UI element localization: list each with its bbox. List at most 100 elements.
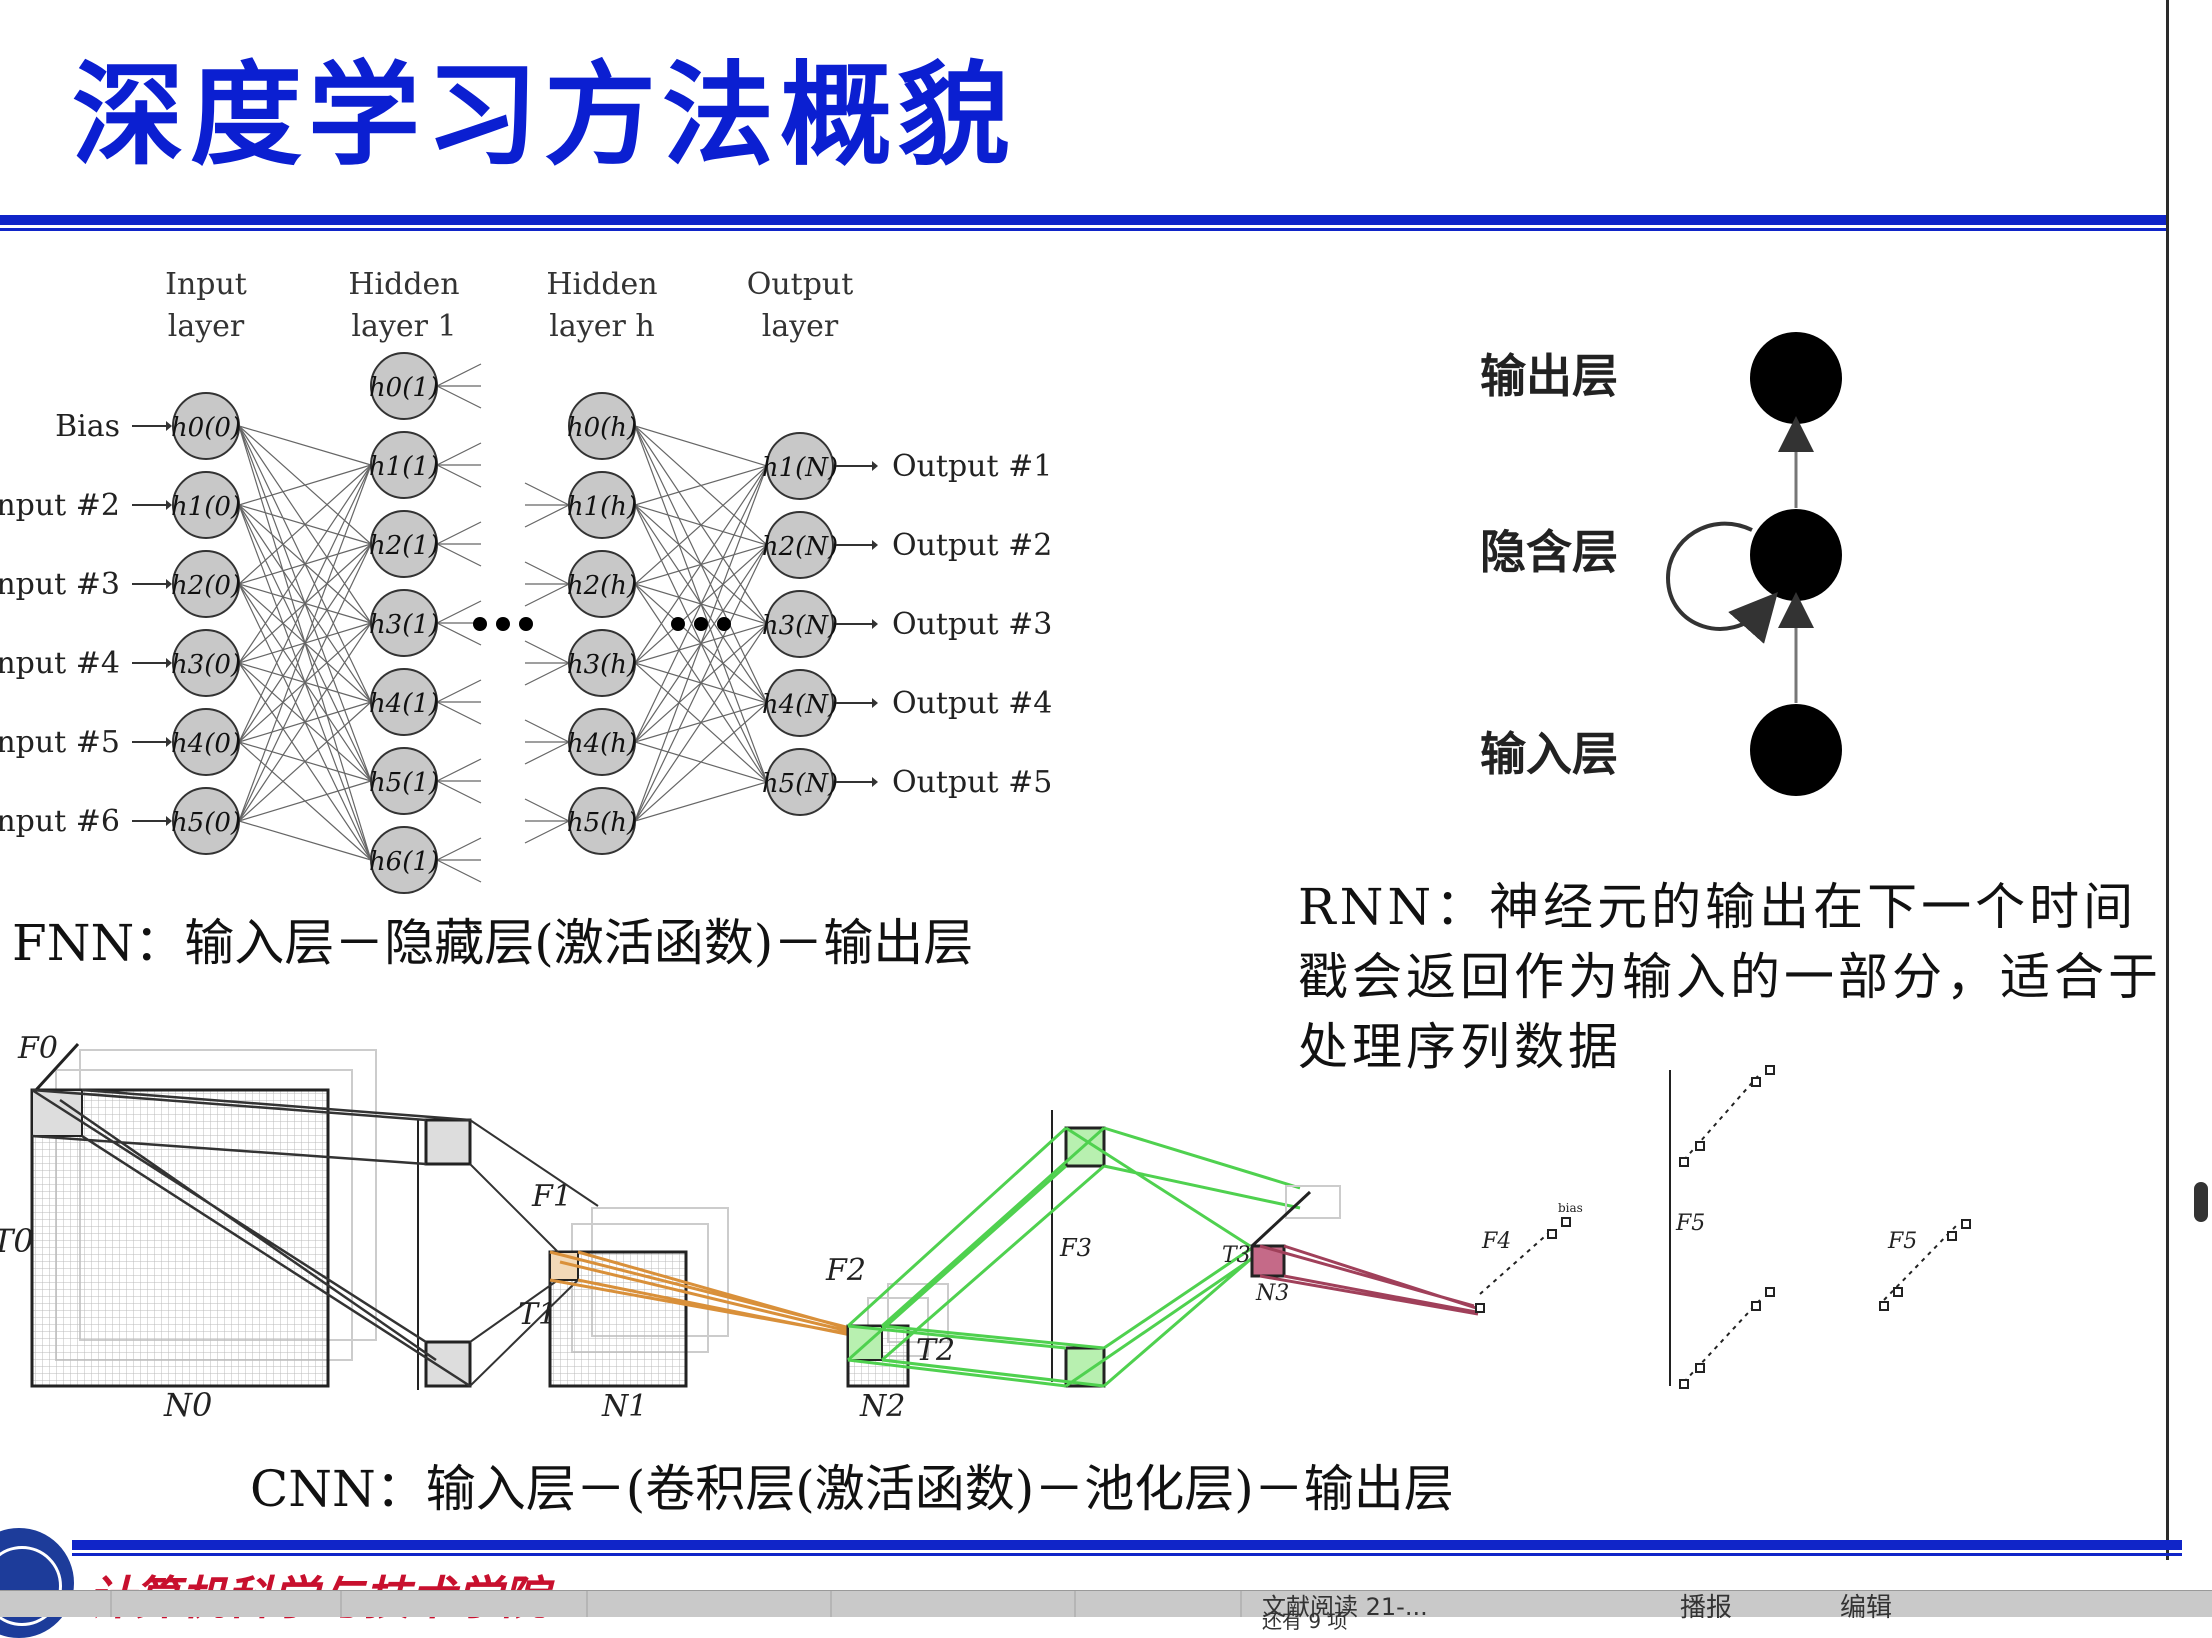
fnn-node-label: h0(0) xyxy=(171,413,241,443)
fnn-connection xyxy=(634,781,768,822)
fnn-caption: FNN：输入层－隐藏层(激活函数)－输出层 xyxy=(12,914,974,972)
fnn-output-arrowhead xyxy=(872,698,878,708)
fnn-node-label: h2(h) xyxy=(567,571,637,601)
cnn-label-F4: F4 xyxy=(1481,1229,1511,1254)
fnn-output-arrowhead xyxy=(872,619,878,629)
fnn-node-label: h0(1) xyxy=(369,373,439,403)
rnn-recurrent-loop xyxy=(1665,521,1778,644)
cnn-diagram: F0 T0 N0 F1 T1 N1 F2 T2 N2 F3 T3 N3 F4 b… xyxy=(0,1031,1971,1424)
fnn-layer-header: Output xyxy=(747,267,854,302)
fnn-fanin xyxy=(524,504,570,528)
fnn-node-label: h5(1) xyxy=(369,768,439,798)
fnn-connection xyxy=(634,465,768,743)
cnn-caption: CNN：输入层－(卷积层(激活函数)－池化层)－输出层 xyxy=(250,1460,1454,1518)
fnn-fanin xyxy=(524,640,570,664)
fnn-output-arrowhead xyxy=(872,540,878,550)
rnn-hidden-label: 隐含层 xyxy=(1480,525,1618,579)
taskbar-task-more[interactable]: 还有 9 项 xyxy=(1262,1605,1347,1634)
fnn-node-label: h4(N) xyxy=(762,690,838,720)
fnn-fanin xyxy=(524,482,570,506)
fnn-ellipsis-dot xyxy=(671,617,685,631)
scrollbar-thumb[interactable] xyxy=(2194,1182,2208,1222)
rnn-diagram: 输出层 隐含层 输入层 xyxy=(1480,332,1842,796)
cnn-n3-back-frame xyxy=(1285,1185,1341,1219)
fnn-connection xyxy=(634,623,768,822)
school-logo-icon xyxy=(0,1528,74,1638)
fnn-fanin xyxy=(524,719,570,743)
fnn-ellipsis-dot xyxy=(717,617,731,631)
fnn-node-label: h5(0) xyxy=(171,808,241,838)
cnn-f5a-box-1 xyxy=(1679,1157,1689,1167)
fnn-input-label: nput #4 xyxy=(0,646,120,681)
fnn-fanin xyxy=(524,662,570,686)
fnn-node-label: h4(h) xyxy=(567,729,637,759)
fnn-connection xyxy=(238,464,372,585)
cnn-input-patch xyxy=(31,1089,83,1137)
fnn-node-label: h1(0) xyxy=(171,492,241,522)
cnn-f5a-box-5 xyxy=(1679,1379,1689,1389)
fnn-fanout xyxy=(436,464,482,488)
cnn-f5a-box-3 xyxy=(1751,1077,1761,1087)
fnn-ellipsis-dot xyxy=(496,617,510,631)
fnn-node-label: h5(h) xyxy=(567,808,637,838)
cnn-label-N1: N1 xyxy=(601,1389,647,1424)
cnn-label-T1: T1 xyxy=(518,1297,557,1332)
fnn-node-label: h1(1) xyxy=(369,452,439,482)
fnn-output-label: Output #2 xyxy=(892,528,1052,563)
fnn-node-label: h3(N) xyxy=(762,611,838,641)
fnn-input-label: nput #6 xyxy=(0,804,120,839)
fnn-connection xyxy=(634,465,768,506)
fnn-layer-header: layer h xyxy=(549,309,654,344)
cnn-f1-bottom-box xyxy=(424,1340,472,1388)
fnn-fanout xyxy=(436,543,482,567)
cnn-label-F2: F2 xyxy=(825,1253,866,1288)
fnn-connection xyxy=(634,465,768,664)
fnn-layer-header: layer xyxy=(762,309,839,344)
fnn-fanin xyxy=(524,583,570,607)
fnn-fanout xyxy=(436,758,482,782)
edit-button[interactable]: 编辑 xyxy=(1840,1587,1892,1624)
rnn-hidden-node xyxy=(1750,509,1842,601)
cnn-label-N0: N0 xyxy=(163,1386,212,1424)
fnn-input-label: nput #2 xyxy=(0,488,120,523)
cnn-f5a-box-6 xyxy=(1695,1363,1705,1373)
fnn-connection xyxy=(634,425,768,467)
slide-title: 深度学习方法概貌 xyxy=(72,51,1016,181)
fnn-node-label: h3(h) xyxy=(567,650,637,680)
fnn-fanout xyxy=(436,679,482,703)
fnn-node-label: h6(1) xyxy=(369,847,439,877)
cnn-f5b-box-2 xyxy=(1893,1287,1903,1297)
footer-rule-thin xyxy=(72,1553,2182,1556)
fnn-connection xyxy=(238,425,372,466)
fnn-connection xyxy=(634,544,768,822)
broadcast-button[interactable]: 播报 xyxy=(1680,1587,1732,1624)
fnn-fanin xyxy=(524,561,570,585)
fnn-fanin xyxy=(524,798,570,822)
fnn-connection xyxy=(634,465,768,585)
slide-right-edge xyxy=(2166,0,2169,1560)
cnn-f5a-box-8 xyxy=(1765,1287,1775,1297)
cnn-label-F5-a: F5 xyxy=(1675,1211,1705,1236)
cnn-label-F5-b: F5 xyxy=(1887,1229,1917,1254)
cnn-label-T3: T3 xyxy=(1222,1243,1251,1268)
fnn-connection xyxy=(238,780,372,822)
cnn-label-N3: N3 xyxy=(1255,1281,1289,1306)
fnn-output-label: Output #5 xyxy=(892,765,1052,800)
fnn-connection xyxy=(238,543,372,822)
cnn-label-N2: N2 xyxy=(859,1389,905,1424)
fnn-layer-header: Hidden xyxy=(546,267,657,302)
fnn-fanout xyxy=(436,780,482,804)
fnn-node-label: h0(h) xyxy=(567,413,637,443)
cnn-f5a-box-2 xyxy=(1695,1141,1705,1151)
fnn-fanout xyxy=(436,600,482,624)
fnn-node-label: h4(0) xyxy=(171,729,241,759)
fnn-node-label: h1(h) xyxy=(567,492,637,522)
fnn-layer-header: layer xyxy=(168,309,245,344)
fnn-layer-header: Hidden xyxy=(348,267,459,302)
cnn-label-bias: bias xyxy=(1558,1201,1583,1215)
fnn-connection xyxy=(238,622,372,822)
cnn-label-F0: F0 xyxy=(17,1031,58,1066)
rnn-input-node xyxy=(1750,704,1842,796)
cnn-f4-box-a xyxy=(1475,1303,1485,1313)
cnn-label-F3: F3 xyxy=(1059,1234,1092,1262)
